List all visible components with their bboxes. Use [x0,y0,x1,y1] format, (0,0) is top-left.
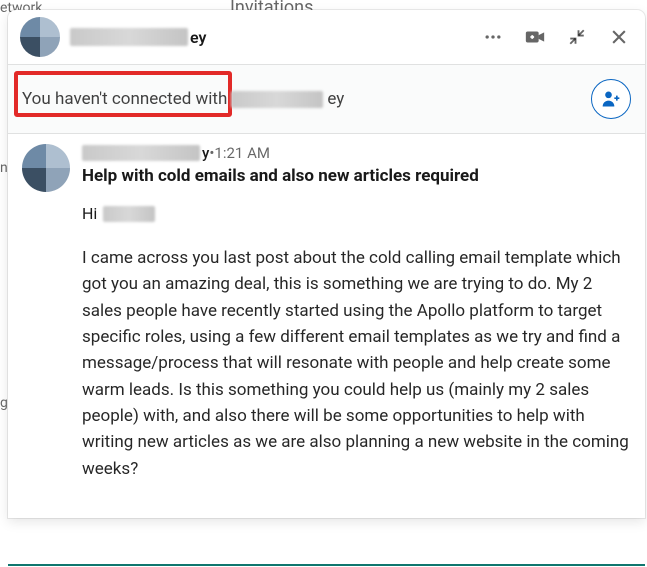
sender-suffix: y [202,144,209,162]
name-suffix: ey [190,28,206,47]
conversation-title[interactable]: ey [70,28,481,47]
close-button[interactable] [607,25,631,49]
redacted-name [82,145,200,161]
notice-text-prefix: You haven't connected with [22,89,227,109]
avatar[interactable] [20,17,60,57]
message-subject: Help with cold emails and also new artic… [82,166,631,186]
connect-button[interactable] [591,79,631,119]
background-edge-letter: n [0,160,8,176]
more-options-button[interactable] [481,25,505,49]
notice-name-suffix: ey [327,89,344,109]
sender-name[interactable]: y [82,144,209,162]
video-call-button[interactable] [523,25,547,49]
message-time: 1:21 AM [214,144,270,162]
avatar[interactable] [22,144,70,192]
background-edge-letter: g [0,395,8,411]
message-row: y • 1:21 AM Help with cold emails and al… [8,134,645,518]
message-meta: y • 1:21 AM [82,144,631,162]
panel-bottom-border [8,564,645,566]
redacted-name [103,206,155,222]
message-paragraph: I came across you last post about the co… [82,245,631,482]
conversation-header[interactable]: ey [8,10,645,64]
message-body: Hi I came across you last post about the… [82,204,631,482]
redacted-name [231,91,323,108]
message-panel: ey You haven't connected with ey [8,10,645,518]
collapse-button[interactable] [565,25,589,49]
greeting-text: Hi [82,204,97,223]
connection-notice: You haven't connected with ey [8,64,645,134]
redacted-name [70,28,188,46]
